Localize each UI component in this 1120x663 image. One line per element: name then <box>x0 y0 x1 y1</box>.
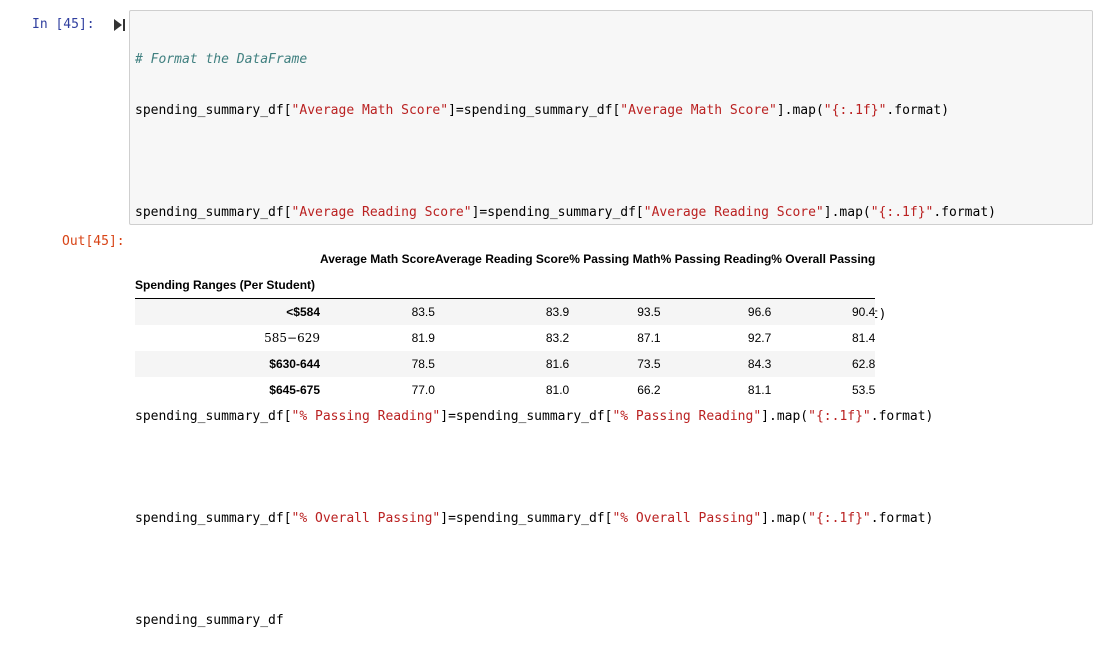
code-line-reading: spending_summary_df["Average Reading Sco… <box>135 205 996 220</box>
index-header-row: Spending Ranges (Per Student) <box>135 272 875 299</box>
table-row: 585−629 81.9 83.2 87.1 92.7 81.4 <box>135 325 875 351</box>
input-prompt: In [45]: <box>32 17 95 32</box>
column-header-row: Average Math Score Average Reading Score… <box>135 246 875 272</box>
table-cell: 92.7 <box>747 331 772 345</box>
table-row: $645-675 77.0 81.0 66.2 81.1 53.5 <box>135 377 875 403</box>
table-cell: 62.8 <box>851 357 876 371</box>
table-cell: 87.1 <box>637 331 661 345</box>
table-cell: 83.5 <box>320 298 435 325</box>
table-cell: 81.0 <box>545 383 570 397</box>
output-prompt: Out[45]: <box>62 234 125 249</box>
table-cell: 78.5 <box>411 357 435 371</box>
table-cell: 81.4 <box>851 331 876 345</box>
table-cell: 83.9 <box>434 298 570 325</box>
row-index: <$584 <box>135 298 320 325</box>
table-cell: 93.5 <box>569 298 661 325</box>
row-index: 585−629 <box>264 331 320 345</box>
code-line-passing-reading: spending_summary_df["% Passing Reading"]… <box>135 409 934 424</box>
table-cell: 81.9 <box>411 331 435 345</box>
column-header: Average Math Score <box>320 252 435 266</box>
column-header: % Overall Passing <box>771 252 876 266</box>
table-cell: 84.3 <box>747 357 772 371</box>
code-line-display: spending_summary_df <box>135 613 284 628</box>
column-header: % Passing Math <box>569 252 661 266</box>
index-name: Spending Ranges (Per Student) <box>135 278 316 292</box>
table-cell: 96.6 <box>660 298 772 325</box>
row-index: $630-644 <box>269 357 320 371</box>
table-cell: 90.4 <box>771 298 876 325</box>
table-row: <$584 83.5 83.9 93.5 96.6 90.4 <box>135 298 876 325</box>
code-line-comment: # Format the DataFrame <box>135 52 308 67</box>
table-cell: 77.0 <box>411 383 435 397</box>
column-header: Average Reading Score <box>434 252 570 266</box>
table-cell: 53.5 <box>851 383 876 397</box>
code-cell-input[interactable]: # Format the DataFrame spending_summary_… <box>129 10 1093 628</box>
column-header: % Passing Reading <box>660 252 772 266</box>
row-index: $645-675 <box>269 383 320 397</box>
table-row: $630-644 78.5 81.6 73.5 84.3 62.8 <box>135 351 876 377</box>
table-cell: 66.2 <box>637 383 661 397</box>
code-line-overall-passing: spending_summary_df["% Overall Passing"]… <box>135 511 934 526</box>
code-line-math: spending_summary_df["Average Math Score"… <box>135 103 950 118</box>
table-cell: 81.1 <box>747 383 772 397</box>
table-cell: 83.2 <box>545 331 570 345</box>
table-cell: 81.6 <box>545 357 570 371</box>
run-cell-icon[interactable] <box>114 19 126 31</box>
table-cell: 73.5 <box>637 357 661 371</box>
dataframe-output: Average Math Score Average Reading Score… <box>135 246 876 403</box>
